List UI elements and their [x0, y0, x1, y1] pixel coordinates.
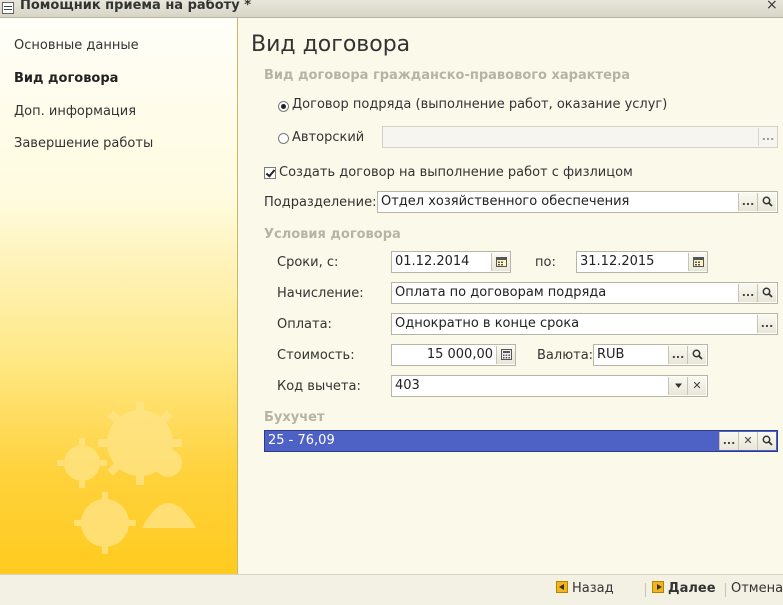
sidebar: Основные данные Вид договора Доп. информ…: [0, 18, 238, 574]
calculator-icon: [501, 349, 512, 360]
footer-bar: Назад Далее Отмена: [0, 574, 783, 605]
search-icon: [762, 196, 773, 207]
currency-search-button[interactable]: [687, 346, 706, 364]
arrow-right-icon: [652, 581, 664, 593]
deduction-field[interactable]: 403 ✕: [391, 375, 708, 397]
department-label: Подразделение:: [264, 195, 377, 210]
accounting-section-title: Бухучет: [264, 410, 325, 425]
create-contract-checkbox-label: Создать договор на выполнение работ с фи…: [279, 165, 633, 180]
date-to-field[interactable]: 31.12.2015: [576, 251, 708, 273]
search-icon: [762, 435, 773, 446]
next-button[interactable]: Далее: [652, 580, 716, 598]
footer-separator: [645, 583, 646, 597]
page-title: Вид договора: [251, 32, 411, 57]
payment-field[interactable]: Однократно в конце срока ...: [391, 313, 778, 335]
window-title: Помощник приема на работу *: [20, 0, 252, 13]
cost-calculator-button[interactable]: [496, 346, 515, 364]
currency-select-button[interactable]: ...: [668, 346, 687, 364]
department-value: Отдел хозяйственного обеспечения: [381, 194, 630, 209]
search-icon: [692, 349, 703, 360]
dates-label: Сроки, с:: [277, 255, 339, 270]
date-to-label: по:: [535, 255, 556, 270]
sidebar-item-basic-data[interactable]: Основные данные: [14, 38, 139, 53]
deduction-clear-button[interactable]: ✕: [687, 377, 706, 395]
create-contract-checkbox[interactable]: [264, 167, 276, 179]
calendar-icon: [496, 257, 507, 267]
department-field[interactable]: Отдел хозяйственного обеспечения ...: [377, 191, 778, 213]
accounting-field[interactable]: 25 - 76,09 ... ✕: [264, 430, 778, 452]
accounting-search-button[interactable]: [757, 432, 776, 450]
deduction-label: Код вычета:: [277, 379, 361, 394]
gears-decoration-icon: [57, 401, 196, 554]
author-radio-label: Авторский: [292, 130, 365, 145]
deduction-dropdown-button[interactable]: [668, 377, 687, 395]
civil-contract-section-title: Вид договора гражданско-правового характ…: [264, 68, 630, 83]
cost-value: 15 000,00: [426, 347, 493, 362]
department-select-button[interactable]: ...: [738, 193, 757, 211]
close-icon[interactable]: ×: [766, 0, 778, 13]
accrual-value: Оплата по договорам подряда: [395, 285, 607, 300]
currency-value: RUB: [597, 347, 625, 362]
title-bar: Помощник приема на работу * ×: [0, 0, 783, 18]
footer-separator: [725, 583, 726, 597]
calendar-icon: [693, 257, 704, 267]
sidebar-item-contract-type[interactable]: Вид договора: [14, 71, 118, 86]
next-button-label: Далее: [668, 581, 716, 596]
conditions-section-title: Условия договора: [264, 227, 401, 242]
contract-radio-label: Договор подряда (выполнение работ, оказа…: [292, 97, 668, 112]
main-panel: Вид договора Вид договора гражданско-пра…: [238, 18, 783, 574]
app-icon: [2, 2, 14, 14]
accrual-label: Начисление:: [277, 286, 364, 301]
search-icon: [762, 287, 773, 298]
date-from-value: 01.12.2014: [395, 254, 470, 269]
back-button[interactable]: Назад: [556, 580, 614, 598]
author-radio[interactable]: [278, 133, 289, 144]
arrow-left-icon: [556, 581, 568, 593]
date-from-field[interactable]: 01.12.2014: [391, 251, 511, 273]
accounting-clear-button[interactable]: ✕: [738, 432, 757, 450]
accrual-select-button[interactable]: ...: [738, 284, 757, 302]
payment-value: Однократно в конце срока: [395, 316, 580, 331]
contract-radio[interactable]: [278, 101, 289, 112]
currency-label: Валюта:: [537, 348, 594, 363]
cancel-button[interactable]: Отмена: [731, 580, 783, 598]
author-field[interactable]: ...: [382, 126, 778, 148]
cancel-button-label: Отмена: [731, 581, 783, 596]
date-to-value: 31.12.2015: [580, 254, 655, 269]
currency-field[interactable]: RUB ...: [593, 344, 708, 366]
date-to-calendar-button[interactable]: [688, 253, 707, 271]
accrual-field[interactable]: Оплата по договорам подряда ...: [391, 282, 778, 304]
deduction-value: 403: [395, 378, 420, 393]
cost-field[interactable]: 15 000,00: [391, 344, 516, 366]
date-from-calendar-button[interactable]: [491, 253, 510, 271]
sidebar-item-additional-info[interactable]: Доп. информация: [14, 104, 136, 119]
accounting-value: 25 - 76,09: [268, 433, 335, 448]
accrual-search-button[interactable]: [757, 284, 776, 302]
back-button-label: Назад: [572, 581, 614, 596]
chevron-down-icon: [675, 383, 682, 388]
department-search-button[interactable]: [757, 193, 776, 211]
sidebar-item-finish[interactable]: Завершение работы: [14, 136, 153, 151]
payment-label: Оплата:: [277, 317, 332, 332]
accounting-select-button[interactable]: ...: [719, 432, 738, 450]
author-select-button[interactable]: ...: [758, 128, 777, 146]
cost-label: Стоимость:: [277, 348, 355, 363]
payment-select-button[interactable]: ...: [757, 315, 776, 333]
